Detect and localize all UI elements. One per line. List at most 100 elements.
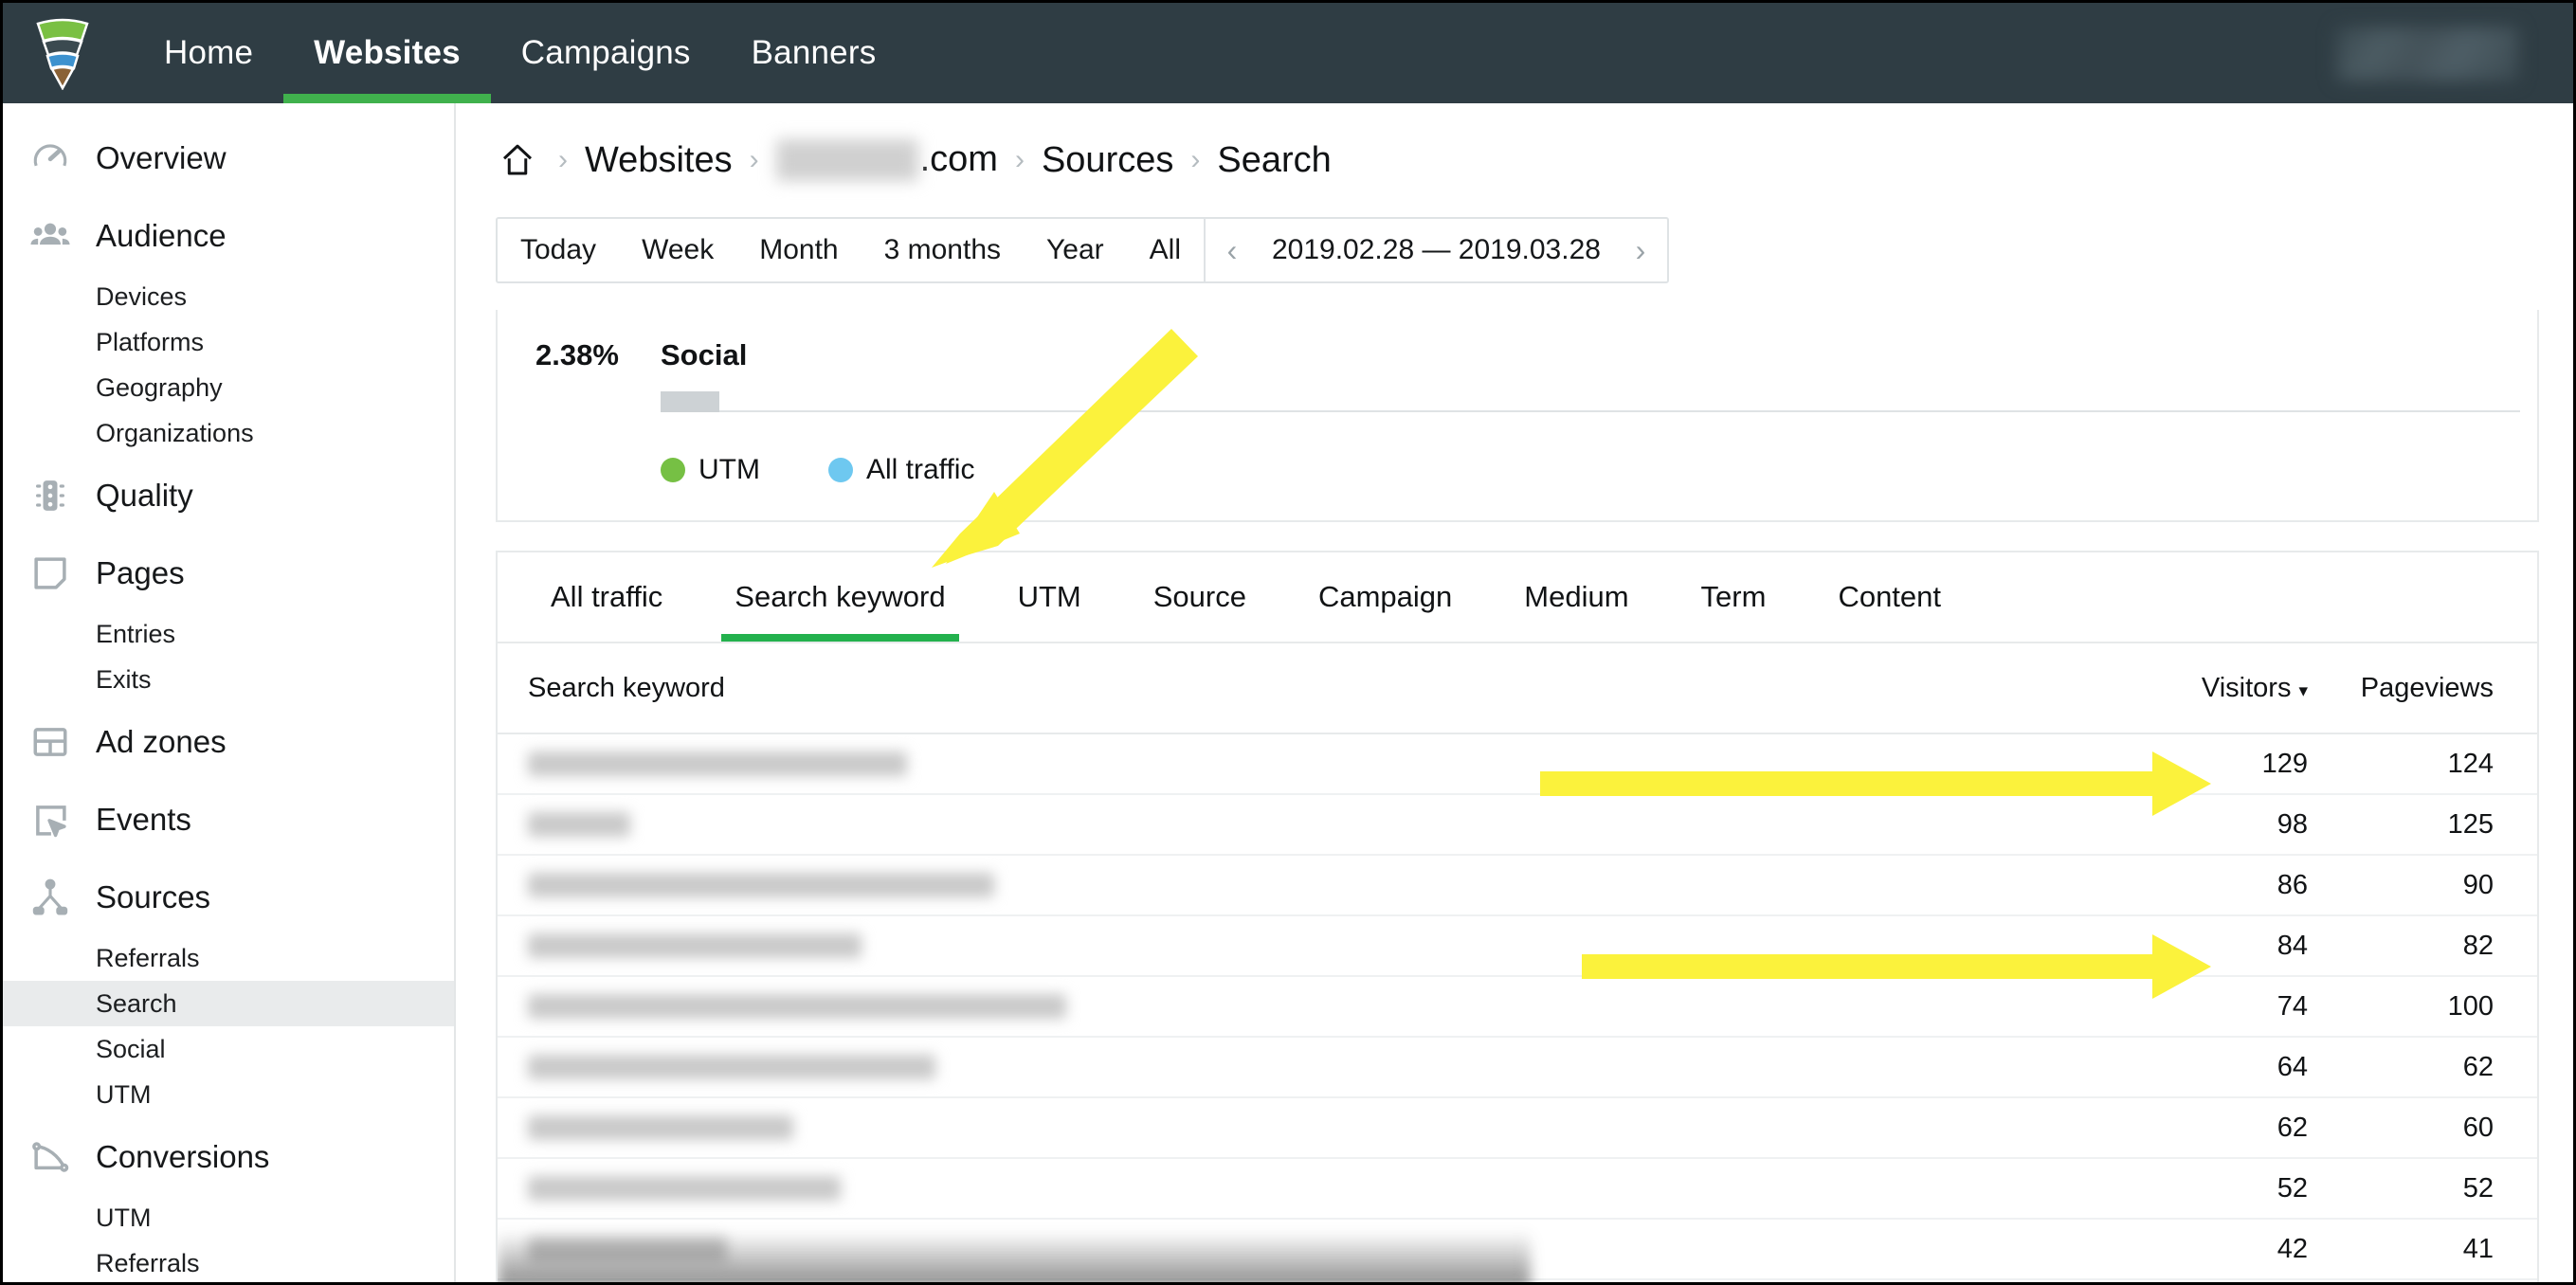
sidebar-item-sources-search[interactable]: Search bbox=[3, 981, 454, 1026]
cell-search-keyword bbox=[498, 856, 2120, 914]
funnel-logo-icon bbox=[36, 18, 89, 90]
breadcrumb-site-suffix: .com bbox=[919, 138, 998, 179]
table-row[interactable]: 64 62 bbox=[498, 1038, 2537, 1098]
date-preset-year[interactable]: Year bbox=[1024, 219, 1127, 281]
column-header-search-keyword[interactable]: Search keyword bbox=[498, 673, 2120, 704]
cell-visitors: 86 bbox=[2277, 869, 2308, 900]
column-header-pageviews[interactable]: Pageviews bbox=[2319, 673, 2537, 704]
user-menu-button[interactable] bbox=[2336, 27, 2518, 81]
tab-label: Search keyword bbox=[735, 580, 946, 613]
breadcrumb-item-websites[interactable]: Websites bbox=[585, 140, 733, 181]
legend-item-utm[interactable]: UTM bbox=[661, 454, 760, 486]
legend-label: UTM bbox=[698, 454, 760, 485]
sidebar-item-entries[interactable]: Entries bbox=[3, 611, 454, 657]
table-row[interactable]: 74 100 bbox=[498, 977, 2537, 1038]
sidebar-item-events[interactable]: Events bbox=[3, 782, 454, 858]
caret-down-icon: ▾ bbox=[2298, 680, 2308, 701]
social-head: 2.38% Social bbox=[535, 338, 2537, 372]
date-preset-3months[interactable]: 3 months bbox=[862, 219, 1024, 281]
branch-icon bbox=[27, 875, 73, 920]
sidebar-group-adzones: Ad zones bbox=[3, 704, 454, 780]
tab-search-keyword[interactable]: Search keyword bbox=[698, 552, 981, 642]
breadcrumb-separator: › bbox=[558, 144, 568, 175]
date-range-bar: Today Week Month 3 months Year All ‹ 201… bbox=[496, 217, 1669, 283]
sidebar-item-exits[interactable]: Exits bbox=[3, 657, 454, 702]
cell-pageviews: 90 bbox=[2462, 869, 2494, 900]
table-row[interactable]: 129 124 bbox=[498, 734, 2537, 795]
sidebar-item-devices[interactable]: Devices bbox=[3, 274, 454, 319]
legend-item-all-traffic[interactable]: All traffic bbox=[827, 454, 974, 486]
chevron-right-icon[interactable]: › bbox=[1614, 219, 1667, 281]
table-row[interactable]: 84 82 bbox=[498, 916, 2537, 977]
sidebar-item-conversions-referrals[interactable]: Referrals bbox=[3, 1240, 454, 1282]
tab-all-traffic[interactable]: All traffic bbox=[515, 552, 698, 642]
date-preset-month[interactable]: Month bbox=[736, 219, 861, 281]
tab-campaign[interactable]: Campaign bbox=[1282, 552, 1488, 642]
sidebar-sublabel: Entries bbox=[96, 619, 176, 648]
date-preset-label: Today bbox=[520, 234, 597, 265]
nav-item-home[interactable]: Home bbox=[134, 3, 283, 103]
sidebar-group-events: Events bbox=[3, 782, 454, 858]
page-icon bbox=[27, 551, 73, 596]
tab-source[interactable]: Source bbox=[1117, 552, 1282, 642]
chevron-left-icon[interactable]: ‹ bbox=[1206, 219, 1259, 281]
sidebar-sublabel: Referrals bbox=[96, 943, 200, 972]
breadcrumb-item-search[interactable]: Search bbox=[1217, 140, 1331, 181]
top-navigation-bar: Home Websites Campaigns Banners bbox=[3, 3, 2573, 103]
home-icon[interactable] bbox=[498, 140, 537, 180]
cell-pageviews: 124 bbox=[2447, 748, 2494, 779]
app-window: Home Websites Campaigns Banners Overview bbox=[0, 0, 2576, 1285]
sidebar-item-geography[interactable]: Geography bbox=[3, 365, 454, 410]
sidebar-item-sources-social[interactable]: Social bbox=[3, 1026, 454, 1072]
sidebar-sublabel: Search bbox=[96, 988, 177, 1018]
breadcrumb-item-site[interactable]: .com bbox=[775, 138, 998, 182]
date-preset-week[interactable]: Week bbox=[619, 219, 736, 281]
sidebar-sublabel: Exits bbox=[96, 664, 152, 694]
sidebar-item-organizations[interactable]: Organizations bbox=[3, 410, 454, 456]
table-row[interactable]: 3231 bbox=[498, 1280, 2537, 1282]
redacted-keyword bbox=[528, 1115, 793, 1140]
cell-search-keyword bbox=[498, 1220, 2120, 1278]
date-range-text[interactable]: 2019.02.28 — 2019.03.28 bbox=[1259, 219, 1614, 281]
sidebar-item-overview[interactable]: Overview bbox=[3, 120, 454, 196]
table-row[interactable]: 98 125 bbox=[498, 795, 2537, 856]
column-header-visitors[interactable]: Visitors ▾ bbox=[2120, 673, 2319, 704]
tab-utm[interactable]: UTM bbox=[982, 552, 1117, 642]
cell-visitors: 84 bbox=[2277, 930, 2308, 961]
table-row[interactable]: 62 60 bbox=[498, 1098, 2537, 1159]
report-panel: All traffic Search keyword UTM Source Ca… bbox=[496, 551, 2539, 1282]
table-row[interactable]: 86 90 bbox=[498, 856, 2537, 916]
cell-search-keyword bbox=[498, 734, 2120, 793]
sidebar-item-ad-zones[interactable]: Ad zones bbox=[3, 704, 454, 780]
breadcrumb-separator: › bbox=[1014, 144, 1025, 175]
sidebar-sublabel: Devices bbox=[96, 281, 188, 311]
cell-search-keyword bbox=[498, 1038, 2120, 1096]
nav-item-websites[interactable]: Websites bbox=[283, 3, 491, 103]
sidebar-item-platforms[interactable]: Platforms bbox=[3, 319, 454, 365]
tab-medium[interactable]: Medium bbox=[1488, 552, 1664, 642]
sidebar-item-conversions[interactable]: Conversions bbox=[3, 1119, 454, 1195]
sidebar-item-sources-referrals[interactable]: Referrals bbox=[3, 935, 454, 981]
breadcrumb-item-sources[interactable]: Sources bbox=[1042, 140, 1173, 181]
sidebar-item-audience[interactable]: Audience bbox=[3, 198, 454, 274]
date-preset-today[interactable]: Today bbox=[498, 219, 619, 281]
sidebar-item-conversions-utm[interactable]: UTM bbox=[3, 1195, 454, 1240]
sidebar-item-quality[interactable]: Quality bbox=[3, 458, 454, 534]
nav-item-banners[interactable]: Banners bbox=[721, 3, 907, 103]
sidebar-item-sources-utm[interactable]: UTM bbox=[3, 1072, 454, 1117]
tab-content[interactable]: Content bbox=[1802, 552, 1977, 642]
sidebar-item-pages[interactable]: Pages bbox=[3, 535, 454, 611]
funnel-logo[interactable] bbox=[20, 3, 105, 103]
table-row[interactable]: 52 52 bbox=[498, 1159, 2537, 1220]
cell-search-keyword bbox=[498, 916, 2120, 975]
cell-visitors: 98 bbox=[2277, 808, 2308, 840]
table-header-row: Search keyword Visitors ▾ Pageviews bbox=[498, 643, 2537, 734]
cell-visitors: 64 bbox=[2277, 1051, 2308, 1082]
tab-term[interactable]: Term bbox=[1665, 552, 1803, 642]
sidebar-item-sources[interactable]: Sources bbox=[3, 860, 454, 935]
date-preset-all[interactable]: All bbox=[1127, 219, 1204, 281]
table-row[interactable]: 42 41 bbox=[498, 1220, 2537, 1280]
nav-item-campaigns[interactable]: Campaigns bbox=[491, 3, 721, 103]
nav-label: Home bbox=[164, 34, 254, 71]
cursor-click-icon bbox=[27, 797, 73, 842]
